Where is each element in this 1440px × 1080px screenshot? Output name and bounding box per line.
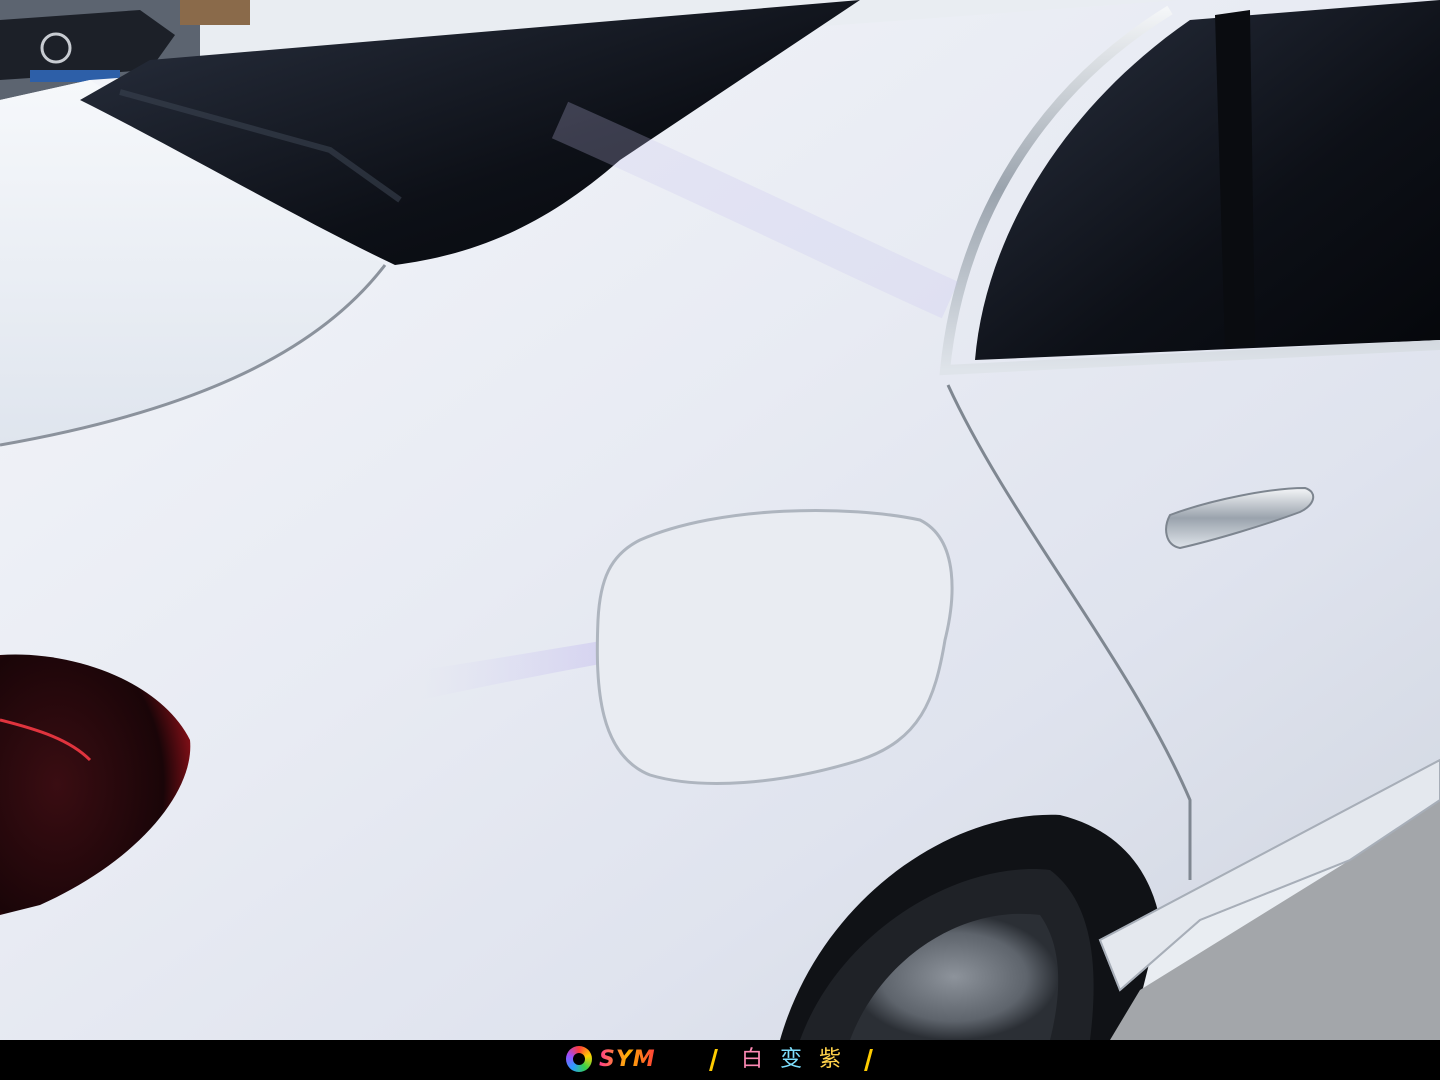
- tagline: 白 变 紫: [709, 1046, 873, 1074]
- car-illustration: [0, 0, 1440, 1040]
- sym-logo-text: SYM: [599, 1047, 656, 1072]
- tagline-char: 变: [780, 1047, 803, 1072]
- car-photo: [0, 0, 1440, 1040]
- tagline-char: 白: [741, 1047, 764, 1072]
- tagline-bar-right-icon: [864, 1049, 873, 1071]
- sym-logo-icon: [566, 1046, 592, 1072]
- sym-logo: SYM: [566, 1046, 686, 1074]
- tagline-char: 紫: [819, 1047, 842, 1072]
- background-building: [180, 0, 250, 25]
- tagline-bar-left-icon: [709, 1049, 718, 1071]
- brand-banner: SYM 白 变 紫: [0, 1040, 1440, 1080]
